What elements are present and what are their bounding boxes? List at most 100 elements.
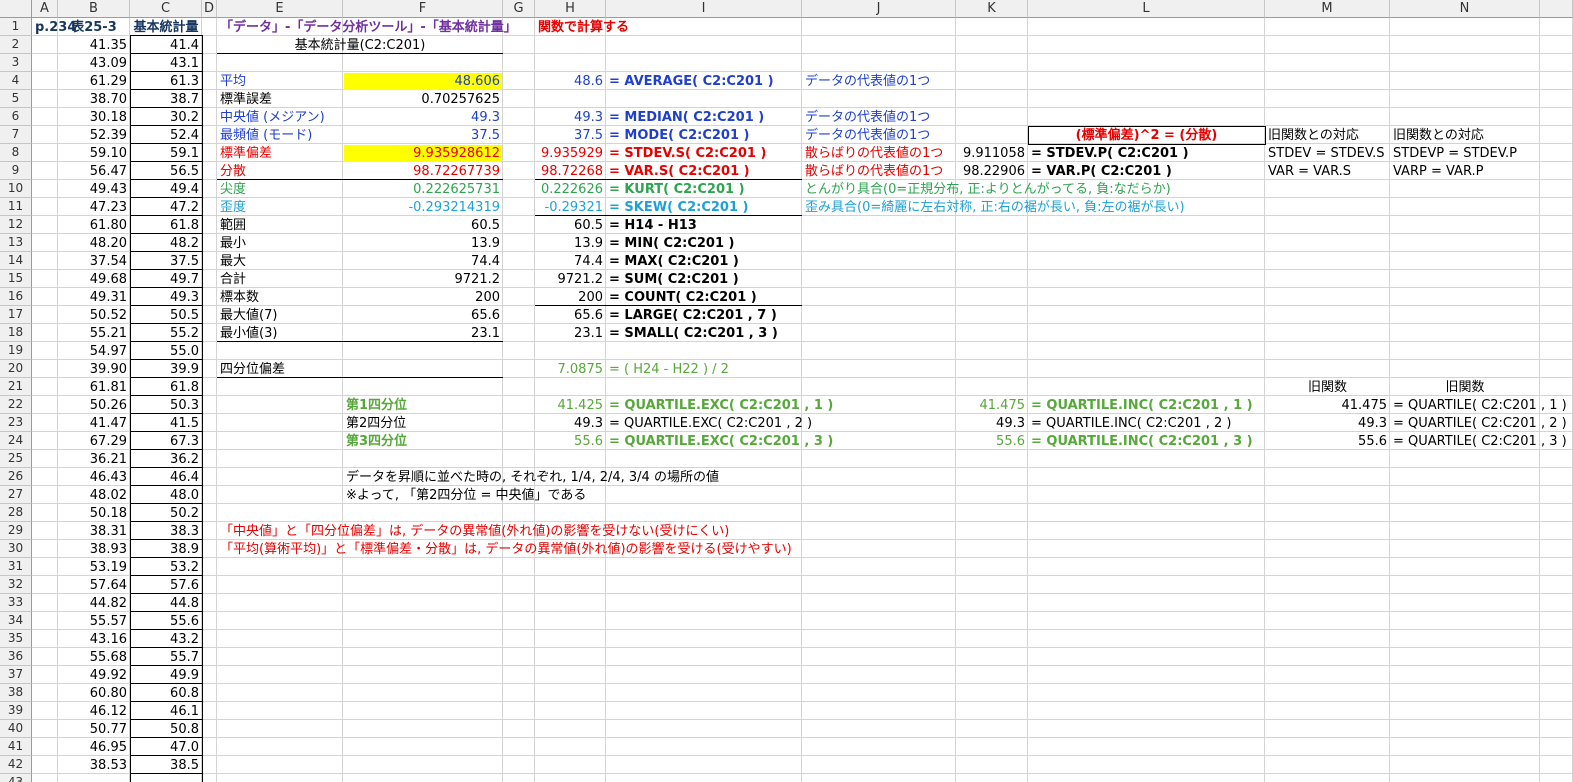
cell[interactable]: [503, 324, 535, 342]
cell[interactable]: [503, 360, 535, 378]
cell[interactable]: [1540, 504, 1573, 522]
cell[interactable]: [1028, 234, 1265, 252]
cell[interactable]: [32, 576, 58, 594]
cell[interactable]: [535, 648, 606, 666]
row-header-22[interactable]: 22: [0, 396, 32, 414]
column-header-f[interactable]: F: [343, 0, 503, 18]
cell[interactable]: [503, 738, 535, 756]
cell[interactable]: [202, 144, 217, 162]
cell[interactable]: [32, 90, 58, 108]
row-header-42[interactable]: 42: [0, 756, 32, 774]
cell[interactable]: [503, 432, 535, 450]
cell[interactable]: [202, 36, 217, 54]
cell[interactable]: [130, 774, 202, 782]
cell[interactable]: [606, 90, 802, 108]
cell[interactable]: [1028, 756, 1265, 774]
cell[interactable]: [1540, 234, 1573, 252]
cell[interactable]: [1028, 270, 1265, 288]
cell[interactable]: [1265, 774, 1390, 782]
cell[interactable]: [32, 360, 58, 378]
cell[interactable]: [1028, 72, 1265, 90]
cell[interactable]: [956, 594, 1028, 612]
cell[interactable]: [1390, 558, 1540, 576]
cell[interactable]: [32, 756, 58, 774]
cell[interactable]: [343, 450, 503, 468]
cell[interactable]: [1390, 18, 1540, 36]
cell[interactable]: [503, 72, 535, 90]
cell[interactable]: [1540, 180, 1573, 198]
cell[interactable]: [1390, 756, 1540, 774]
cell[interactable]: [956, 90, 1028, 108]
cell[interactable]: [32, 522, 58, 540]
cell[interactable]: [32, 198, 58, 216]
cell[interactable]: [202, 468, 217, 486]
column-header-k[interactable]: K: [956, 0, 1028, 18]
cell[interactable]: [217, 396, 343, 414]
cell[interactable]: [1265, 594, 1390, 612]
cell[interactable]: [202, 720, 217, 738]
cell[interactable]: [343, 648, 503, 666]
cell[interactable]: [802, 684, 956, 702]
cell[interactable]: [802, 720, 956, 738]
cell[interactable]: [1028, 558, 1265, 576]
cell[interactable]: [202, 648, 217, 666]
cell[interactable]: [606, 756, 802, 774]
cell[interactable]: [606, 504, 802, 522]
cell[interactable]: [202, 270, 217, 288]
row-header-36[interactable]: 36: [0, 648, 32, 666]
cell[interactable]: [802, 612, 956, 630]
cell[interactable]: [503, 198, 535, 216]
cell[interactable]: [503, 54, 535, 72]
cell[interactable]: [1390, 198, 1540, 216]
cell[interactable]: [217, 432, 343, 450]
cell[interactable]: [503, 648, 535, 666]
row-header-20[interactable]: 20: [0, 360, 32, 378]
cell[interactable]: [535, 378, 606, 396]
cell[interactable]: [202, 684, 217, 702]
cell[interactable]: [343, 576, 503, 594]
cell[interactable]: [1028, 18, 1265, 36]
cell[interactable]: [503, 306, 535, 324]
cell[interactable]: [956, 288, 1028, 306]
cell[interactable]: [1265, 216, 1390, 234]
cell[interactable]: [1265, 18, 1390, 36]
cell[interactable]: [1265, 360, 1390, 378]
cell[interactable]: [1540, 360, 1573, 378]
cell[interactable]: [1028, 252, 1265, 270]
cell[interactable]: [343, 630, 503, 648]
cell[interactable]: [503, 558, 535, 576]
cell[interactable]: [343, 54, 503, 72]
cell[interactable]: [32, 54, 58, 72]
cell[interactable]: [217, 378, 343, 396]
cell[interactable]: [202, 702, 217, 720]
column-header-e[interactable]: E: [217, 0, 343, 18]
cell[interactable]: [1265, 54, 1390, 72]
cell[interactable]: [343, 720, 503, 738]
cell[interactable]: [343, 738, 503, 756]
cell[interactable]: [956, 612, 1028, 630]
cell[interactable]: [217, 468, 343, 486]
cell[interactable]: [1390, 504, 1540, 522]
cell[interactable]: [202, 666, 217, 684]
cell[interactable]: [503, 630, 535, 648]
cell[interactable]: [802, 702, 956, 720]
row-header-40[interactable]: 40: [0, 720, 32, 738]
cell[interactable]: [1390, 630, 1540, 648]
cell[interactable]: [606, 558, 802, 576]
cell[interactable]: [32, 144, 58, 162]
cell[interactable]: [1265, 72, 1390, 90]
cell[interactable]: [956, 720, 1028, 738]
cell[interactable]: [606, 612, 802, 630]
cell[interactable]: [1390, 486, 1540, 504]
cell[interactable]: [1540, 306, 1573, 324]
column-header-g[interactable]: G: [503, 0, 535, 18]
cell[interactable]: [802, 648, 956, 666]
cell[interactable]: [1540, 288, 1573, 306]
cell[interactable]: [1390, 594, 1540, 612]
cell[interactable]: [956, 36, 1028, 54]
row-header-26[interactable]: 26: [0, 468, 32, 486]
row-header-10[interactable]: 10: [0, 180, 32, 198]
column-header-b[interactable]: B: [58, 0, 130, 18]
column-header-h[interactable]: H: [535, 0, 606, 18]
cell[interactable]: [202, 72, 217, 90]
